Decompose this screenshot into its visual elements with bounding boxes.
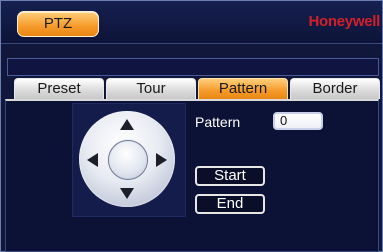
tab-pattern[interactable]: Pattern bbox=[198, 78, 288, 99]
start-button[interactable]: Start bbox=[195, 166, 265, 186]
tab-border[interactable]: Border bbox=[290, 78, 380, 99]
arrow-left-icon[interactable] bbox=[87, 153, 98, 167]
pattern-number-input[interactable]: 0 bbox=[273, 112, 323, 130]
arrow-up-icon[interactable] bbox=[120, 119, 134, 130]
tab-tour[interactable]: Tour bbox=[106, 78, 196, 99]
dpad-center-button[interactable] bbox=[108, 140, 148, 180]
arrow-right-icon[interactable] bbox=[156, 153, 167, 167]
end-button[interactable]: End bbox=[195, 194, 265, 214]
header-bar: PTZ Honeywell bbox=[1, 1, 382, 44]
toolbar-strip bbox=[7, 58, 379, 76]
arrow-down-icon[interactable] bbox=[120, 188, 134, 199]
ptz-title-tab[interactable]: PTZ bbox=[17, 11, 99, 37]
brand-logo: Honeywell bbox=[308, 13, 381, 30]
tab-preset[interactable]: Preset bbox=[14, 78, 104, 99]
pattern-label: Pattern bbox=[195, 114, 241, 130]
